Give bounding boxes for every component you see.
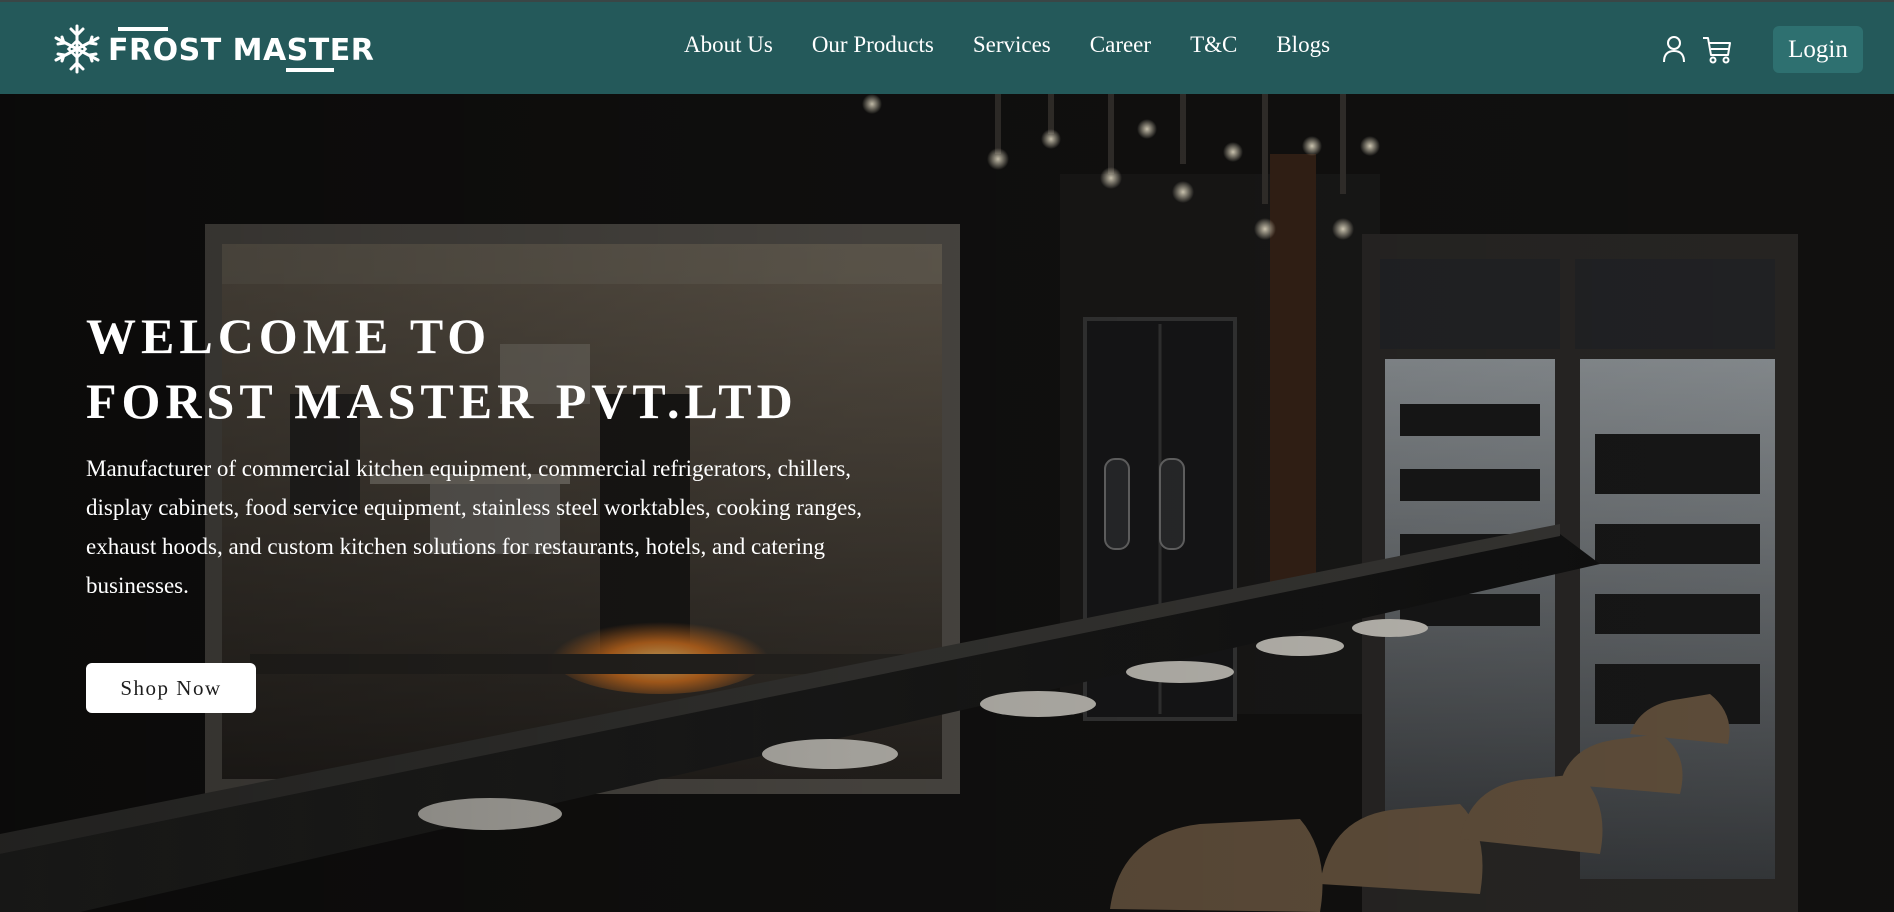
hero-title-line-1: WELCOME TO [86,308,492,364]
nav-link-about-us[interactable]: About Us [684,32,773,58]
nav-link-blogs[interactable]: Blogs [1276,32,1330,58]
hero-section: WELCOME TO FORST MASTER PVT.LTD Manufact… [0,94,1894,912]
nav-link-services[interactable]: Services [973,32,1051,58]
cart-icon[interactable] [1702,35,1732,65]
login-button[interactable]: Login [1773,26,1863,73]
hero-title-line-2: FORST MASTER PVT.LTD [86,373,798,429]
snowflake-icon [54,24,100,74]
brand-name: FROST MASTER [108,33,375,68]
logo-accent-bar [118,27,168,31]
brand-logo[interactable]: FROST MASTER [48,22,374,76]
navbar: FROST MASTER About Us Our Products Servi… [0,0,1894,94]
main-nav: About Us Our Products Services Career T&… [684,32,1330,58]
user-icon[interactable] [1662,35,1686,63]
logo-underline-bar [286,68,334,72]
nav-link-terms[interactable]: T&C [1190,32,1237,58]
nav-link-our-products[interactable]: Our Products [812,32,934,58]
hero-title: WELCOME TO FORST MASTER PVT.LTD [86,304,798,434]
shop-now-button[interactable]: Shop Now [86,663,256,713]
hero-description: Manufacturer of commercial kitchen equip… [86,456,863,598]
nav-link-career[interactable]: Career [1090,32,1151,58]
